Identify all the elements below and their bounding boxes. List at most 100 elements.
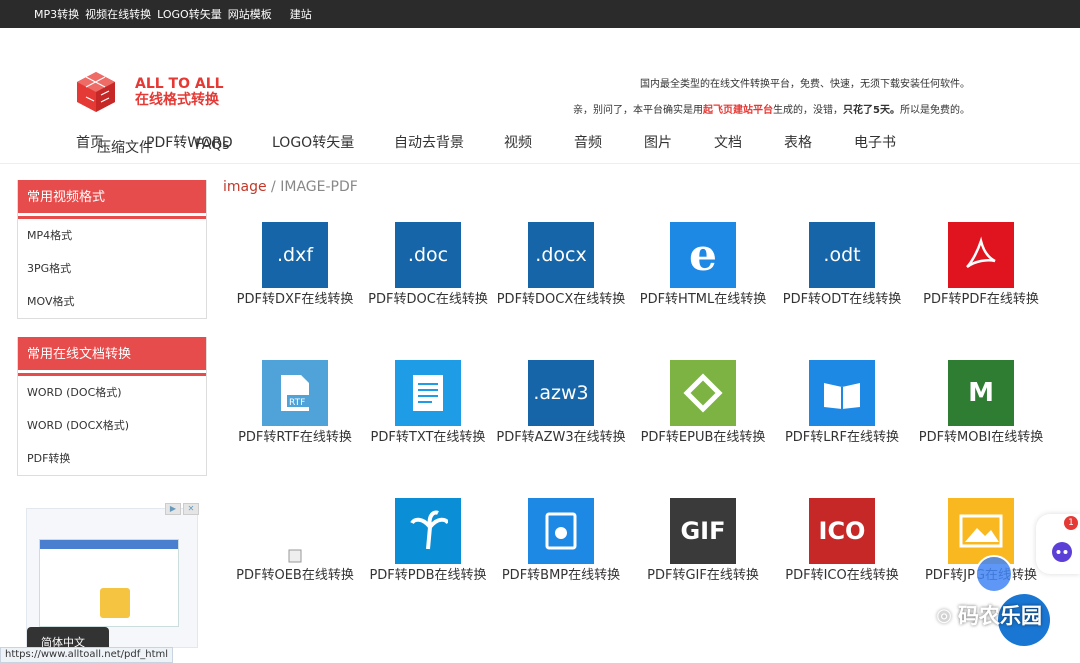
format-tile-label[interactable]: PDF转OEB在线转换 xyxy=(225,568,365,584)
odt-icon: .odt xyxy=(809,222,875,288)
sidebar-item-3pg[interactable]: 3PG格式 xyxy=(18,252,206,285)
wechat-icon: ◎ xyxy=(936,604,952,626)
format-tile[interactable]: M PDF转MOBI在线转换 xyxy=(911,360,1051,446)
nav-item-archive[interactable]: 压缩文件 xyxy=(97,137,195,157)
gif-icon: GIF xyxy=(670,498,736,564)
lrf-icon xyxy=(809,360,875,426)
format-tile-label[interactable]: PDF转PDB在线转换 xyxy=(358,568,498,584)
format-tile[interactable]: ICO PDF转ICO在线转换 xyxy=(772,498,912,584)
format-tile[interactable]: PDF转TXT在线转换 xyxy=(358,360,498,446)
format-tile-label[interactable]: PDF转EPUB在线转换 xyxy=(633,430,773,446)
format-tile-label[interactable]: PDF转PDF在线转换 xyxy=(911,292,1051,308)
nav-item-ebook[interactable]: 电子书 xyxy=(854,132,924,152)
watermark-text: 码农乐园 xyxy=(958,604,1042,628)
txt-icon xyxy=(395,360,461,426)
browser-status-url: https://www.alltoall.net/pdf_html xyxy=(0,647,174,663)
robot-icon xyxy=(1052,542,1072,562)
format-tile-label[interactable]: PDF转ICO在线转换 xyxy=(772,568,912,584)
format-tile-label[interactable]: PDF转TXT在线转换 xyxy=(358,430,498,446)
logo-text-cn: 在线格式转换 xyxy=(135,91,219,108)
top-bar: MP3转换 视频在线转换 LOGO转矢量 网站模板 建站 xyxy=(0,0,1080,28)
nav-item-sheets[interactable]: 表格 xyxy=(784,132,854,152)
format-tile-label[interactable]: PDF转AZW3在线转换 xyxy=(491,430,631,446)
format-tile-label[interactable]: PDF转RTF在线转换 xyxy=(225,430,365,446)
nav-item-video[interactable]: 视频 xyxy=(504,132,574,152)
topbar-link-templates[interactable]: 网站模板 xyxy=(228,6,272,22)
format-tile[interactable]: .doc PDF转DOC在线转换 xyxy=(358,222,498,308)
tagline-2-prefix: 亲，别问了，本平台确实是用 xyxy=(573,105,704,116)
azw3-icon: .azw3 xyxy=(528,360,594,426)
format-tile[interactable]: PDF转PDF在线转换 xyxy=(911,222,1051,308)
sidebar-item-word-doc[interactable]: WORD (DOC格式) xyxy=(18,376,206,409)
format-tile[interactable]: .dxf PDF转DXF在线转换 xyxy=(225,222,365,308)
shopping-bag-icon xyxy=(100,588,130,618)
svg-text:RTF: RTF xyxy=(289,398,305,408)
format-tile-label[interactable]: PDF转HTML在线转换 xyxy=(633,292,773,308)
format-tile[interactable]: PDF转EPUB在线转换 xyxy=(633,360,773,446)
format-tile[interactable]: GIF PDF转GIF在线转换 xyxy=(633,498,773,584)
rtf-icon: RTF xyxy=(262,360,328,426)
format-tile-label[interactable]: PDF转DOCX在线转换 xyxy=(491,292,631,308)
topbar-link-logo[interactable]: LOGO转矢量 xyxy=(157,6,222,22)
sidebar-item-pdf[interactable]: PDF转换 xyxy=(18,442,206,475)
format-tile[interactable]: PDF转BMP在线转换 xyxy=(491,498,631,584)
format-tile-label[interactable]: PDF转BMP在线转换 xyxy=(491,568,631,584)
bmp-icon xyxy=(528,498,594,564)
format-tile[interactable]: .docx PDF转DOCX在线转换 xyxy=(491,222,631,308)
ad-play-icon[interactable]: ▶ xyxy=(165,503,181,515)
site-logo[interactable]: ALL TO ALL 在线格式转换 xyxy=(74,70,224,114)
format-tile[interactable]: PDF转LRF在线转换 xyxy=(772,360,912,446)
ie-icon: e xyxy=(670,222,736,288)
format-tile-label[interactable]: PDF转GIF在线转换 xyxy=(633,568,773,584)
watermark: ◎ 码农乐园 xyxy=(936,600,1042,630)
format-tile[interactable]: e PDF转HTML在线转换 xyxy=(633,222,773,308)
tagline-1: 国内最全类型的在线文件转换平台，免费、快速，无须下载安装任何软件。 xyxy=(640,79,970,90)
sidebar-item-mp4[interactable]: MP4格式 xyxy=(18,219,206,252)
nav-item-docs[interactable]: 文档 xyxy=(714,132,784,152)
nav-item-audio[interactable]: 音频 xyxy=(574,132,644,152)
acrobat-icon xyxy=(948,222,1014,288)
tagline-2-suffix: 所以是免费的。 xyxy=(900,105,970,116)
mobi-icon: M xyxy=(948,360,1014,426)
format-tile-label[interactable]: PDF转DOC在线转换 xyxy=(358,292,498,308)
topbar-link-video[interactable]: 视频在线转换 xyxy=(85,6,151,22)
nav-item-logo-vector[interactable]: LOGO转矢量 xyxy=(272,132,394,152)
nav-item-image[interactable]: 图片 xyxy=(644,132,714,152)
format-tile[interactable]: PDF转OEB在线转换 xyxy=(225,498,365,584)
ad-image xyxy=(39,539,179,627)
sidebar-title-video: 常用视频格式 xyxy=(18,180,206,216)
ico-icon: ICO xyxy=(809,498,875,564)
sidebar-video-block: 常用视频格式 MP4格式 3PG格式 MOV格式 xyxy=(17,180,207,319)
breadcrumb-current: IMAGE-PDF xyxy=(280,179,358,195)
format-tile-label[interactable]: PDF转DXF在线转换 xyxy=(225,292,365,308)
doc-icon: .doc xyxy=(395,222,461,288)
topbar-link-build[interactable]: 建站 xyxy=(290,6,312,22)
nav-item-remove-bg[interactable]: 自动去背景 xyxy=(394,132,504,152)
breadcrumb-link-image[interactable]: image xyxy=(223,179,267,195)
sidebar-item-mov[interactable]: MOV格式 xyxy=(18,285,206,318)
dxf-icon: .dxf xyxy=(262,222,328,288)
format-tile-label[interactable]: PDF转LRF在线转换 xyxy=(772,430,912,446)
tagline-2: 亲，别问了，本平台确实是用起飞页建站平台生成的，没错，只花了5天。所以是免费的。 xyxy=(573,101,970,116)
format-tile[interactable]: RTF PDF转RTF在线转换 xyxy=(225,360,365,446)
epub-icon xyxy=(670,360,736,426)
breadcrumb-sep: / xyxy=(266,179,281,195)
format-tile-label[interactable]: PDF转MOBI在线转换 xyxy=(911,430,1051,446)
nav-item-faqs[interactable]: FAQs xyxy=(195,137,255,157)
sidebar-item-word-docx[interactable]: WORD (DOCX格式) xyxy=(18,409,206,442)
ad-close-icon[interactable]: ✕ xyxy=(183,503,199,515)
format-tile[interactable]: .azw3 PDF转AZW3在线转换 xyxy=(491,360,631,446)
format-tile-label[interactable]: PDF转ODT在线转换 xyxy=(772,292,912,308)
palm-icon xyxy=(395,498,461,564)
sidebar-title-docs: 常用在线文档转换 xyxy=(18,337,206,373)
topbar-link-mp3[interactable]: MP3转换 xyxy=(34,6,79,22)
floating-assist-button[interactable] xyxy=(975,555,1013,593)
cube-logo-icon xyxy=(74,70,118,114)
logo-text-en: ALL TO ALL xyxy=(135,75,224,92)
chat-widget[interactable]: 1 xyxy=(1036,514,1080,574)
format-tile[interactable]: PDF转PDB在线转换 xyxy=(358,498,498,584)
tagline-link-builder[interactable]: 起飞页建站平台 xyxy=(703,105,773,116)
breadcrumb: image / IMAGE-PDF xyxy=(223,179,358,195)
main-nav-row2: 压缩文件 FAQs xyxy=(97,137,255,157)
format-tile[interactable]: .odt PDF转ODT在线转换 xyxy=(772,222,912,308)
